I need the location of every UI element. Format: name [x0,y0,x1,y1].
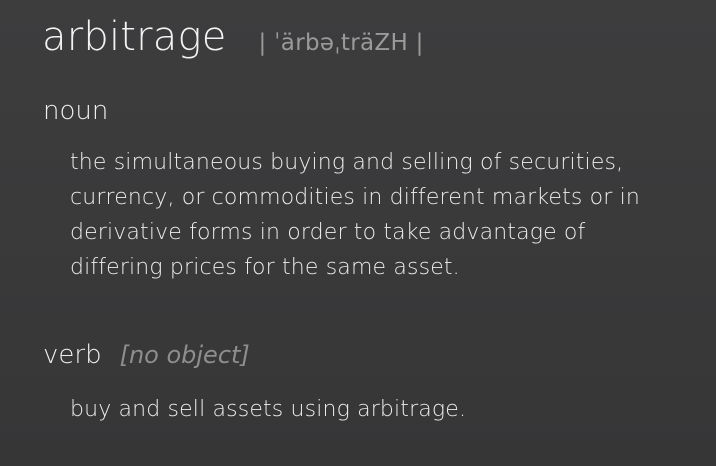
entry-header: arbitrage | ˈärbəˌträZH | [42,14,424,60]
definition-line: derivative forms in order to take advant… [70,220,586,245]
dictionary-panel: arbitrage | ˈärbəˌträZH | noun the simul… [0,0,716,466]
verb-header: verb [no object] [43,340,250,370]
grammar-note: [no object] [119,341,250,369]
part-of-speech-verb: verb [43,340,102,370]
definition-noun: the simultaneous buying and selling of s… [70,145,710,285]
definition-verb: buy and sell assets using arbitrage. [70,392,710,427]
pronunciation: | ˈärbəˌträZH | [258,30,424,56]
definition-line: currency, or commodities in different ma… [70,185,640,210]
headword: arbitrage [42,14,227,60]
definition-line: buy and sell assets using arbitrage. [70,397,467,422]
part-of-speech-noun: noun [43,96,109,126]
definition-line: differing prices for the same asset. [70,255,460,280]
definition-line: the simultaneous buying and selling of s… [70,150,624,175]
